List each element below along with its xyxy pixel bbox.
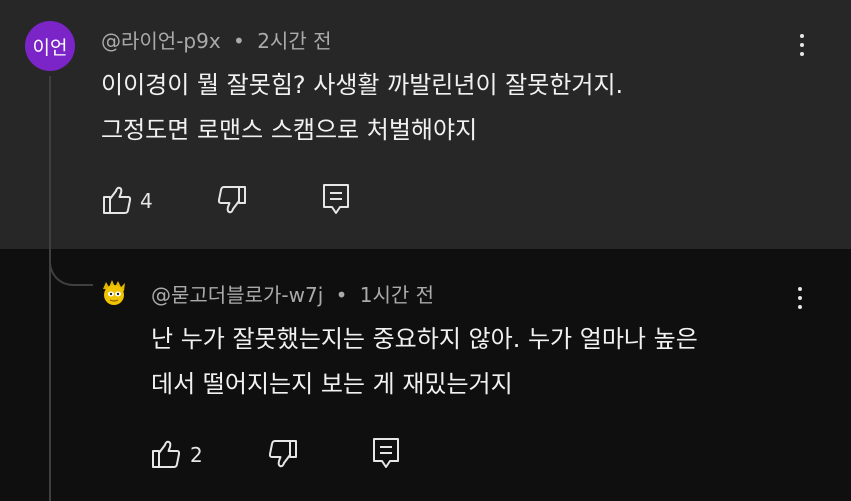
avatar[interactable]: 이언 [25,21,75,71]
comment-author[interactable]: @라이언-p9x [101,29,221,53]
meta-separator: • [335,283,348,307]
like-count: 4 [140,189,153,213]
reply-author[interactable]: @묻고더블로가-w7j [151,283,323,307]
reply-text-line-2: 데서 떨어지는지 보는 게 재밌는거지 [151,370,513,398]
comment-time[interactable]: 2시간 전 [257,29,331,53]
reply-comment-icon[interactable] [371,436,401,470]
thumbs-up-icon[interactable] [101,184,133,216]
thumbs-up-icon[interactable] [150,438,182,470]
comment-meta: @라이언-p9x • 2시간 전 [101,25,332,54]
reply-meta: @묻고더블로가-w7j • 1시간 전 [151,279,434,308]
thumbs-down-icon[interactable] [267,438,299,470]
comment-text-line-1: 이이경이 뭘 잘못힘? 사생활 까발린년이 잘못한거지. [101,71,624,99]
thread-line [49,76,51,501]
avatar-text: 이언 [32,36,68,59]
reply-avatar[interactable] [97,275,131,309]
like-count: 2 [190,443,203,467]
reply-comment-icon[interactable] [321,182,351,216]
more-vertical-icon[interactable] [792,30,812,60]
meta-separator: • [233,29,245,53]
thumbs-down-icon[interactable] [216,184,248,216]
comment-text-line-2: 그정도면 로맨스 스캠으로 처벌해야지 [101,116,478,144]
reply-text-line-1: 난 누가 잘못했는지는 중요하지 않아. 누가 얼마나 높은 [151,325,698,353]
reply-time[interactable]: 1시간 전 [360,283,434,307]
more-vertical-icon[interactable] [790,283,810,313]
